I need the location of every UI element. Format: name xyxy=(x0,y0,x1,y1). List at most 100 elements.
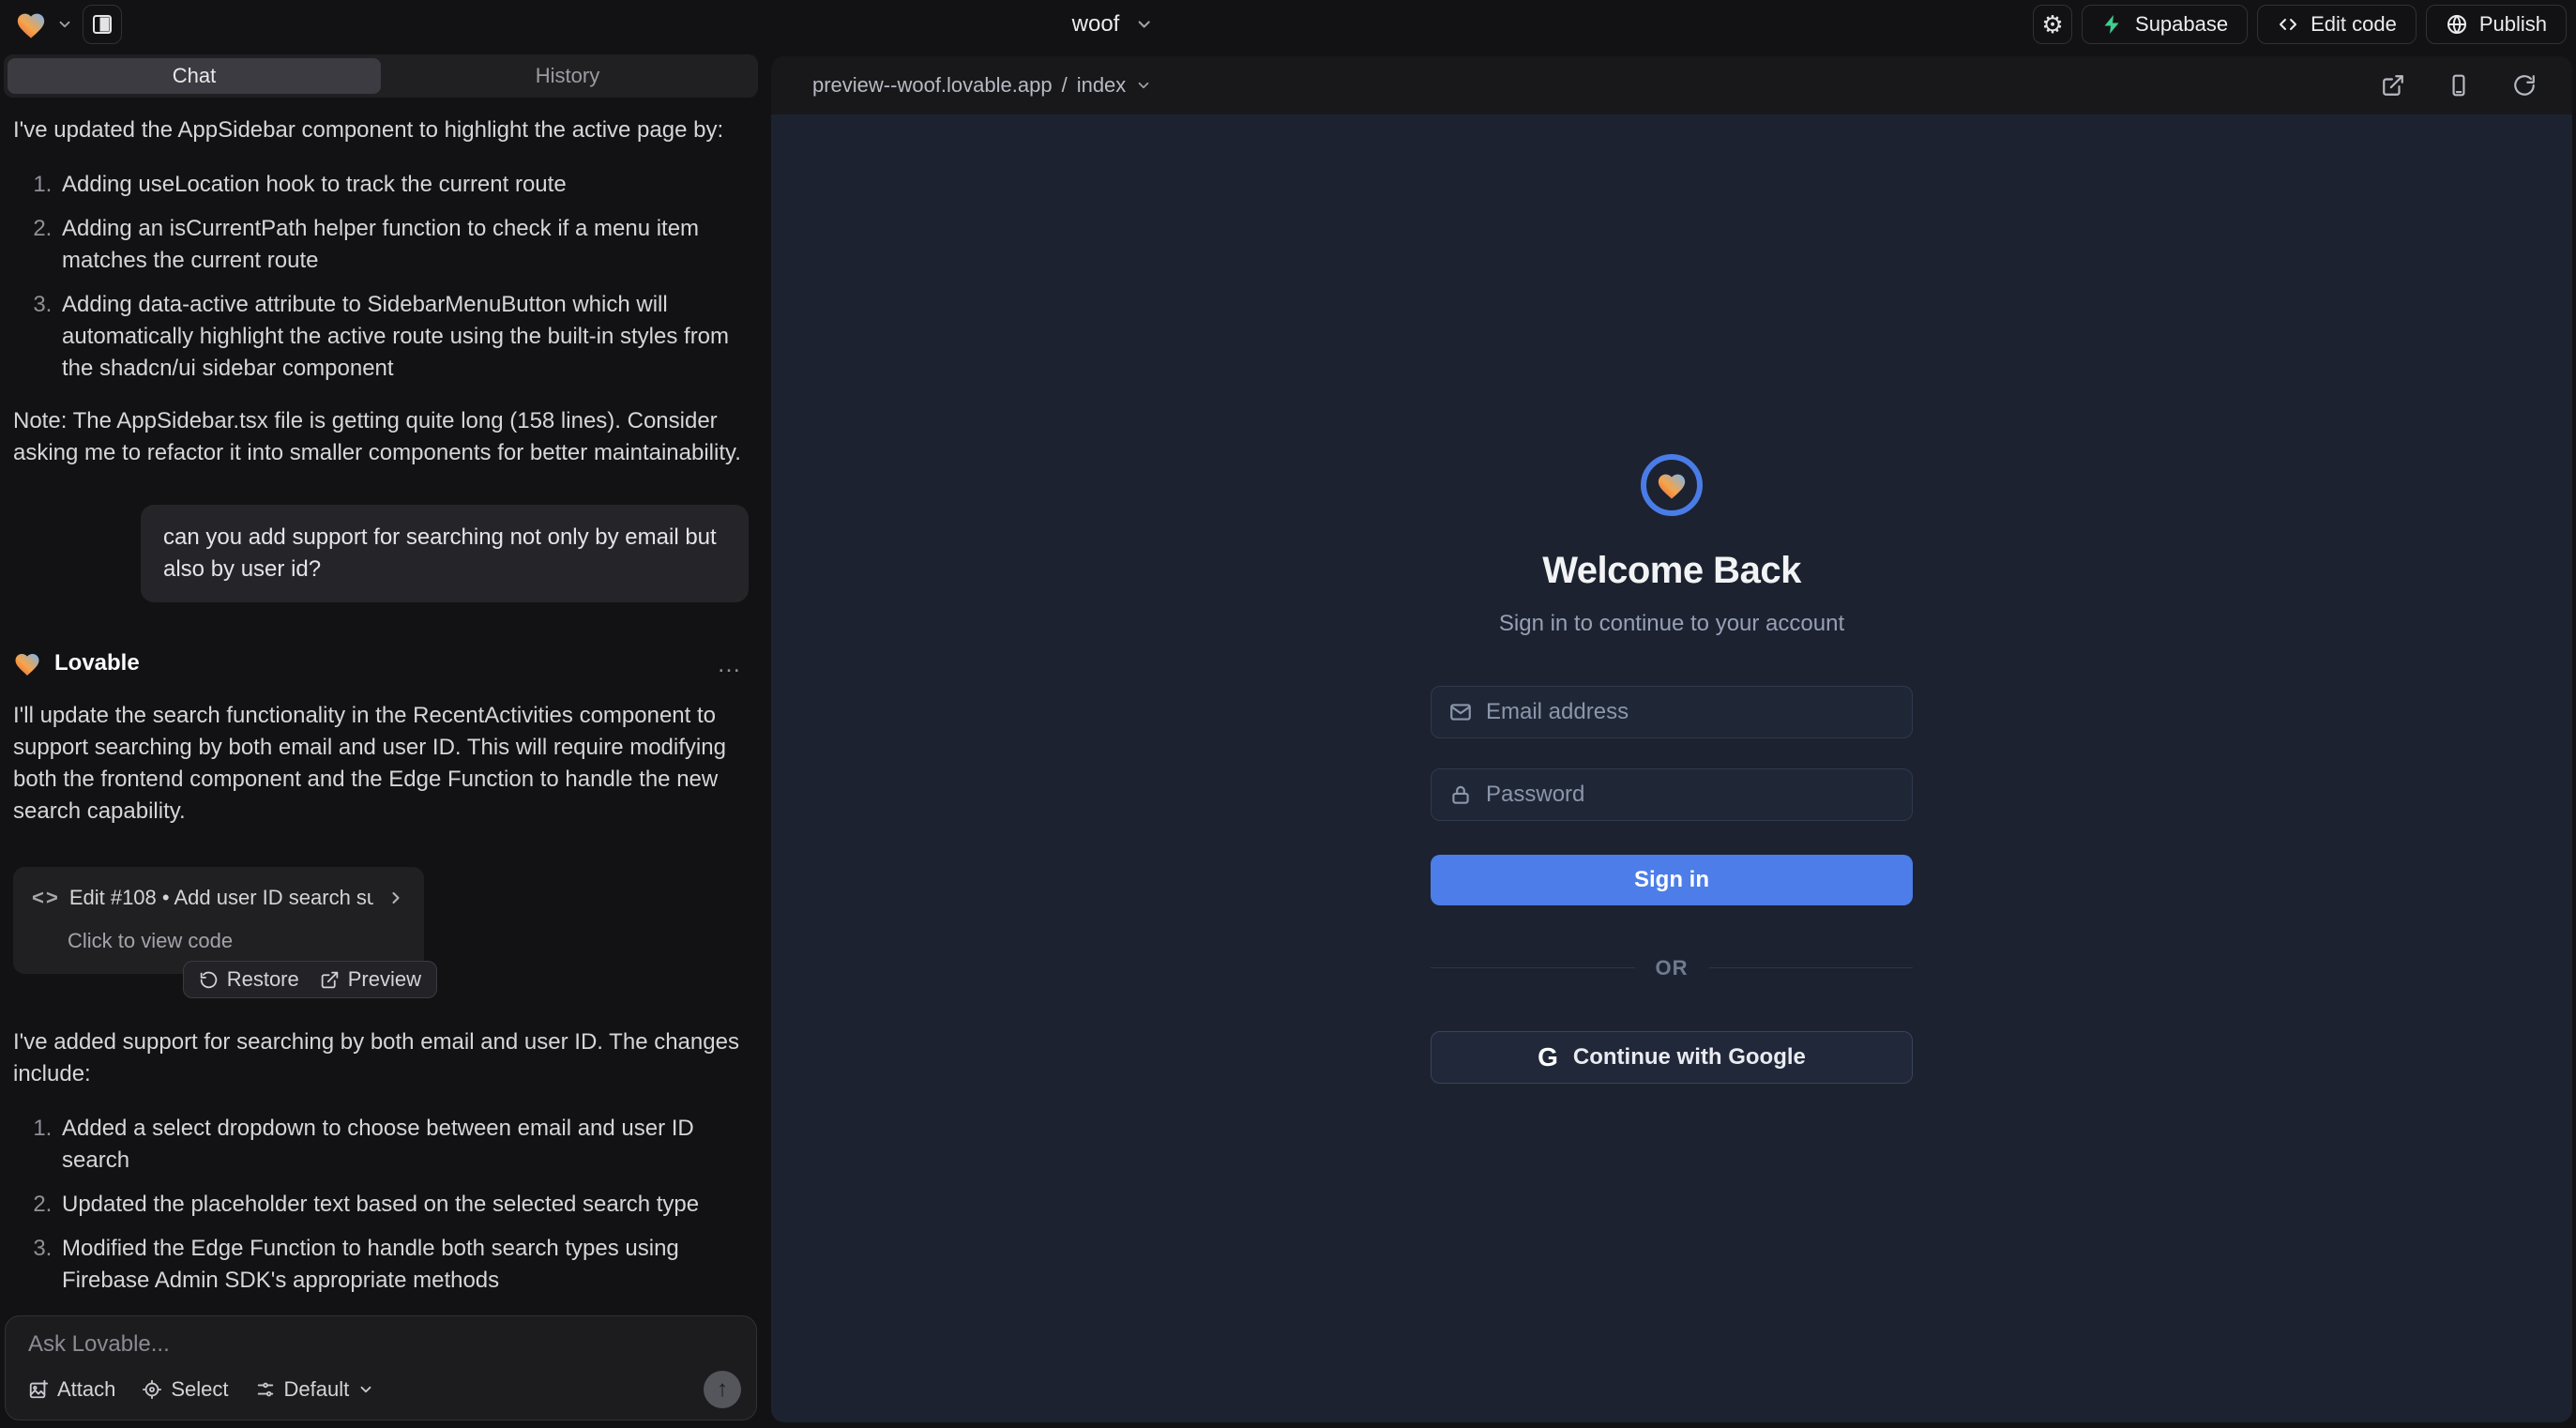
publish-label: Publish xyxy=(2479,12,2547,37)
code-brackets-icon xyxy=(2277,13,2299,36)
preview-domain: preview--woof.lovable.app xyxy=(812,73,1053,98)
or-divider: OR xyxy=(1431,956,1913,980)
user-message-bubble: can you add support for searching not on… xyxy=(141,505,749,602)
preview-label: Preview xyxy=(348,964,421,995)
signin-button[interactable]: Sign in xyxy=(1431,855,1913,905)
chevron-down-icon xyxy=(357,1381,374,1398)
divider-line xyxy=(1431,967,1635,968)
composer-input[interactable] xyxy=(28,1331,734,1358)
edit-card-title: Edit #108 • Add user ID search supp... xyxy=(69,882,373,914)
publish-button[interactable]: Publish xyxy=(2426,5,2567,44)
model-label: Default xyxy=(284,1377,350,1402)
chevron-right-icon xyxy=(386,889,405,907)
gear-icon: ⚙ xyxy=(2041,12,2063,37)
chat-panel: Chat History I've updated the AppSidebar… xyxy=(0,49,762,1428)
assistant-header: Lovable … xyxy=(13,647,749,679)
composer: Attach Select Default ↑ xyxy=(5,1315,757,1420)
project-title-menu[interactable]: woof xyxy=(1072,11,1154,38)
model-selector[interactable]: Default xyxy=(255,1377,375,1402)
chat-history-tabs: Chat History xyxy=(4,54,758,98)
supabase-bolt-icon xyxy=(2101,13,2124,36)
edit-card-header: < > Edit #108 • Add user ID search supp.… xyxy=(32,882,405,914)
restore-button[interactable]: Restore xyxy=(199,964,299,995)
topbar-right: ⚙ Supabase Edit code Publish xyxy=(2033,5,2567,44)
topbar: woof ⚙ Supabase Edit code Publish xyxy=(0,0,2576,49)
edit-code-button[interactable]: Edit code xyxy=(2257,5,2417,44)
assistant-paragraph: I've added support for searching by both… xyxy=(13,1026,749,1090)
message-list[interactable]: I've updated the AppSidebar component to… xyxy=(0,98,762,1302)
tab-history[interactable]: History xyxy=(381,58,754,94)
restore-icon xyxy=(199,970,219,990)
refresh-icon xyxy=(2512,73,2537,98)
email-field xyxy=(1431,686,1913,738)
google-signin-label: Continue with Google xyxy=(1573,1044,1806,1071)
lovable-app: { "topbar": { "title": "woof", "supabase… xyxy=(0,0,2576,1428)
preview-url-breadcrumb[interactable]: preview--woof.lovable.app / index xyxy=(812,73,1152,98)
topbar-left xyxy=(15,5,122,44)
composer-toolbar: Attach Select Default ↑ xyxy=(28,1371,741,1408)
preview-iframe: Welcome Back Sign in to continue to your… xyxy=(771,114,2572,1422)
lovable-avatar-heart-icon xyxy=(13,650,41,676)
assistant-numbered-list: Added a select dropdown to choose betwee… xyxy=(13,1113,749,1302)
attach-button[interactable]: Attach xyxy=(28,1377,115,1402)
logo-chevron-down-icon[interactable] xyxy=(56,16,73,33)
image-plus-icon xyxy=(28,1379,49,1400)
select-label: Select xyxy=(171,1377,228,1402)
external-link-icon xyxy=(320,970,340,990)
list-item: Modified the Edge Function to handle bot… xyxy=(58,1233,749,1297)
google-g-icon: G xyxy=(1538,1042,1558,1072)
list-item: Adding useLocation hook to track the cur… xyxy=(58,169,749,201)
signin-subtitle: Sign in to continue to your account xyxy=(1499,611,1844,637)
preview-page: index xyxy=(1077,73,1127,98)
supabase-button[interactable]: Supabase xyxy=(2082,5,2248,44)
divider-label: OR xyxy=(1656,956,1689,980)
settings-button[interactable]: ⚙ xyxy=(2033,5,2072,44)
list-item: Adding an isCurrentPath helper function … xyxy=(58,213,749,277)
preview-panel: preview--woof.lovable.app / index Welcom… xyxy=(771,56,2572,1422)
tab-chat[interactable]: Chat xyxy=(8,58,381,94)
sliders-icon xyxy=(255,1379,276,1400)
mobile-view-button[interactable] xyxy=(2447,73,2471,98)
target-icon xyxy=(142,1379,162,1400)
email-input[interactable] xyxy=(1486,699,1895,725)
smartphone-icon xyxy=(2447,73,2471,98)
assistant-paragraph: I've updated the AppSidebar component to… xyxy=(13,114,749,146)
preview-actions xyxy=(2381,73,2537,98)
code-brackets-icon: < > xyxy=(32,882,56,914)
refresh-button[interactable] xyxy=(2512,73,2537,98)
edit-actions-toolbar: Restore Preview xyxy=(183,961,437,998)
toggle-sidebar-button[interactable] xyxy=(83,5,122,44)
breadcrumb-separator: / xyxy=(1062,73,1068,98)
panel-left-icon xyxy=(91,13,114,36)
message-more-icon[interactable]: … xyxy=(717,647,749,679)
google-signin-button[interactable]: G Continue with Google xyxy=(1431,1031,1913,1084)
attach-label: Attach xyxy=(57,1377,115,1402)
preview-button[interactable]: Preview xyxy=(320,964,421,995)
project-chevron-down-icon xyxy=(1134,15,1153,34)
assistant-name: Lovable xyxy=(54,647,140,679)
assistant-note: Note: The AppSidebar.tsx file is getting… xyxy=(13,405,749,469)
send-button[interactable]: ↑ xyxy=(704,1371,741,1408)
edit-card-subtitle: Click to view code xyxy=(32,925,405,957)
app-logo-ring xyxy=(1641,454,1703,516)
send-arrow-icon: ↑ xyxy=(717,1376,728,1403)
app-logo-heart-icon xyxy=(1656,470,1688,500)
envelope-icon xyxy=(1448,700,1473,724)
password-input[interactable] xyxy=(1486,782,1895,808)
select-button[interactable]: Select xyxy=(142,1377,228,1402)
edit-card-wrap: < > Edit #108 • Add user ID search supp.… xyxy=(13,867,437,974)
password-field xyxy=(1431,768,1913,821)
lovable-logo-heart-icon[interactable] xyxy=(15,9,47,39)
open-in-new-tab-button[interactable] xyxy=(2381,73,2405,98)
edit-card[interactable]: < > Edit #108 • Add user ID search supp.… xyxy=(13,867,424,974)
signin-card: Welcome Back Sign in to continue to your… xyxy=(1431,454,1913,1084)
assistant-numbered-list: Adding useLocation hook to track the cur… xyxy=(13,169,749,385)
list-item: Added a select dropdown to choose betwee… xyxy=(58,1113,749,1177)
list-item: Adding data-active attribute to SidebarM… xyxy=(58,289,749,385)
edit-code-label: Edit code xyxy=(2311,12,2397,37)
project-title: woof xyxy=(1072,11,1120,38)
lock-icon xyxy=(1448,782,1473,807)
supabase-label: Supabase xyxy=(2135,12,2228,37)
divider-line xyxy=(1709,967,1914,968)
globe-icon xyxy=(2446,13,2468,36)
